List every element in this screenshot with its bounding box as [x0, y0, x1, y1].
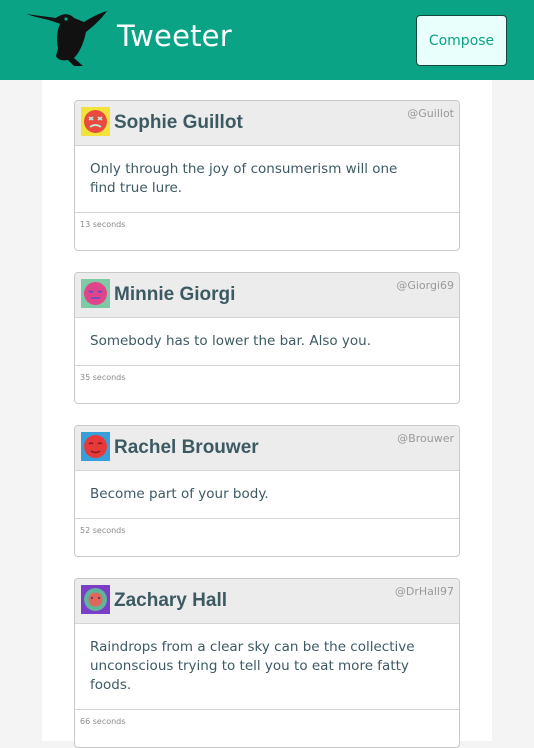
tweet-card: Sophie Guillot @Guillot Only through the… [74, 100, 460, 251]
tweet-footer: 35 seconds [75, 366, 459, 403]
sleeping-face-icon [81, 432, 110, 461]
tweet-header: Sophie Guillot @Guillot [75, 101, 459, 146]
tweet-author-handle: @Giorgi69 [396, 279, 454, 292]
tweet-text: Raindrops from a clear sky can be the co… [75, 624, 459, 710]
tweet-header: Minnie Giorgi @Giorgi69 [75, 273, 459, 318]
tweet-text: Somebody has to lower the bar. Also you. [75, 318, 459, 366]
dizzy-face-icon [81, 107, 110, 136]
tweet-feed: Sophie Guillot @Guillot Only through the… [42, 80, 492, 748]
tweet-footer: 52 seconds [75, 519, 459, 556]
sleepy-face-icon [81, 279, 110, 308]
top-bar: Tweeter Compose [0, 0, 534, 80]
tweet-timestamp: 35 seconds [80, 373, 126, 382]
compose-button[interactable]: Compose [416, 15, 507, 66]
tweet-header: Zachary Hall @DrHall97 [75, 579, 459, 624]
tweet-header: Rachel Brouwer @Brouwer [75, 426, 459, 471]
tweet-footer: 13 seconds [75, 213, 459, 250]
tweet-timestamp: 52 seconds [80, 526, 126, 535]
hummingbird-icon [26, 11, 107, 66]
tweet-card: Zachary Hall @DrHall97 Raindrops from a … [74, 578, 460, 748]
tweet-author-name: Rachel Brouwer [114, 437, 259, 458]
app-title: Tweeter [117, 19, 232, 53]
tweet-author-name: Minnie Giorgi [114, 284, 236, 305]
neutral-face-icon [81, 585, 110, 614]
tweet-author-handle: @Brouwer [397, 432, 454, 445]
tweet-author-name: Zachary Hall [114, 590, 227, 611]
tweet-author-handle: @Guillot [407, 107, 454, 120]
tweet-text: Only through the joy of consumerism will… [75, 146, 459, 213]
tweet-timestamp: 66 seconds [80, 717, 126, 726]
tweet-author-handle: @DrHall97 [394, 585, 454, 598]
tweet-author-name: Sophie Guillot [114, 112, 243, 133]
tweet-text: Become part of your body. [75, 471, 459, 519]
tweet-footer: 66 seconds [75, 710, 459, 747]
tweet-card: Minnie Giorgi @Giorgi69 Somebody has to … [74, 272, 460, 404]
tweet-timestamp: 13 seconds [80, 220, 126, 229]
tweet-card: Rachel Brouwer @Brouwer Become part of y… [74, 425, 460, 557]
